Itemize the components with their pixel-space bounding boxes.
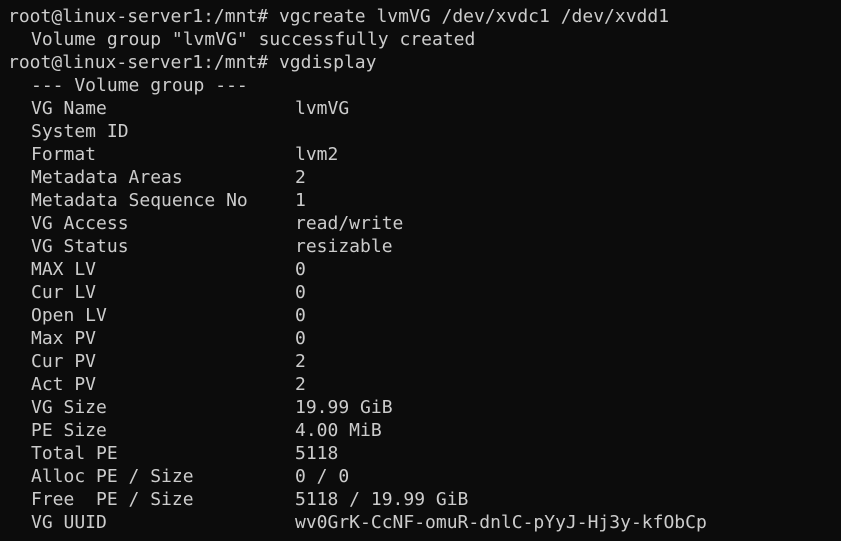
vg-field-key: MAX LV (31, 259, 97, 280)
vg-field-key: Metadata Areas (31, 167, 183, 188)
vg-field-value: 5118 (295, 443, 339, 464)
vg-field-value: 2 (295, 167, 306, 188)
shell-prompt: root@linux-server1:/mnt# (8, 6, 269, 27)
vg-field-key: Metadata Sequence No (31, 190, 248, 211)
vg-field-row: Metadata Sequence No 1 (8, 189, 841, 212)
vg-field-row: MAX LV 0 (8, 258, 841, 281)
section-header: --- Volume group --- (31, 75, 248, 96)
vg-field-value: 5118 / 19.99 GiB (295, 489, 469, 510)
vg-field-key: Open LV (31, 305, 107, 326)
vg-field-row: VG Access read/write (8, 212, 841, 235)
vg-field-row: Max PV 0 (8, 327, 841, 350)
vg-field-value: 19.99 GiB (295, 397, 393, 418)
vg-field-value: 4.00 MiB (295, 420, 382, 441)
shell-prompt: root@linux-server1:/mnt# (8, 52, 269, 73)
vg-field-value: lvmVG (295, 98, 350, 119)
vg-field-value: 0 / 0 (295, 466, 350, 487)
vg-field-row: VG Name lvmVG (8, 97, 841, 120)
vg-field-row: Alloc PE / Size 0 / 0 (8, 465, 841, 488)
command-output: Volume group "lvmVG" successfully create… (31, 29, 476, 50)
vg-field-key: Free PE / Size (31, 489, 194, 510)
vg-field-key: VG Size (31, 397, 107, 418)
vg-field-value: 2 (295, 374, 306, 395)
vg-field-key: Cur LV (31, 282, 97, 303)
vg-field-value: 2 (295, 351, 306, 372)
vg-field-value: read/write (295, 213, 404, 234)
vg-field-key: Max PV (31, 328, 97, 349)
vg-field-key: VG UUID (31, 512, 107, 533)
vg-field-list: VG Name lvmVG System ID Format lvm2 Metadata … (8, 97, 841, 534)
vg-field-row: VG Status resizable (8, 235, 841, 258)
command-text: vgdisplay (278, 52, 377, 73)
vg-field-row: VG UUID wv0GrK-CcNF-omuR-dnlC-pYyJ-Hj3y-k… (8, 511, 841, 534)
vg-field-row: Metadata Areas 2 (8, 166, 841, 189)
vg-field-key: PE Size (31, 420, 107, 441)
terminal-window[interactable]: root@linux-server1:/mnt# vgcreate lvmVG … (0, 0, 841, 541)
vg-field-row: PE Size 4.00 MiB (8, 419, 841, 442)
vg-field-value: resizable (295, 236, 393, 257)
vg-field-value: lvm2 (295, 144, 339, 165)
vg-field-row: Total PE 5118 (8, 442, 841, 465)
vg-field-key: Cur PV (31, 351, 97, 372)
vg-field-key: Act PV (31, 374, 97, 395)
vg-field-row: Cur LV 0 (8, 281, 841, 304)
vg-field-key: System ID (31, 121, 129, 142)
vg-field-key: Alloc PE / Size (31, 466, 194, 487)
vg-field-row: Act PV 2 (8, 373, 841, 396)
vg-field-key: VG Name (31, 98, 107, 119)
command-line-vgdisplay: root@linux-server1:/mnt# vgdisplay (8, 51, 841, 74)
vg-field-row: Free PE / Size 5118 / 19.99 GiB (8, 488, 841, 511)
vg-field-row: VG Size 19.99 GiB (8, 396, 841, 419)
vg-field-key: Total PE (31, 443, 118, 464)
vg-field-value: 0 (295, 282, 306, 303)
vg-field-row: Open LV 0 (8, 304, 841, 327)
vg-field-value: 0 (295, 328, 306, 349)
vg-field-row: Format lvm2 (8, 143, 841, 166)
command-text: vgcreate lvmVG /dev/xvdc1 /dev/xvdd1 (278, 6, 670, 27)
vg-field-value: 0 (295, 259, 306, 280)
vg-field-row: System ID (8, 120, 841, 143)
vg-field-key: Format (31, 144, 97, 165)
vg-field-value: 1 (295, 190, 306, 211)
command-line-vgcreate: root@linux-server1:/mnt# vgcreate lvmVG … (8, 5, 841, 28)
vg-field-value: 0 (295, 305, 306, 326)
vg-field-value: wv0GrK-CcNF-omuR-dnlC-pYyJ-Hj3y-kfObCp (295, 512, 707, 533)
vg-field-value (295, 120, 841, 143)
vg-field-key: VG Access (31, 213, 129, 234)
vg-field-key: VG Status (31, 236, 129, 257)
vg-field-row: Cur PV 2 (8, 350, 841, 373)
